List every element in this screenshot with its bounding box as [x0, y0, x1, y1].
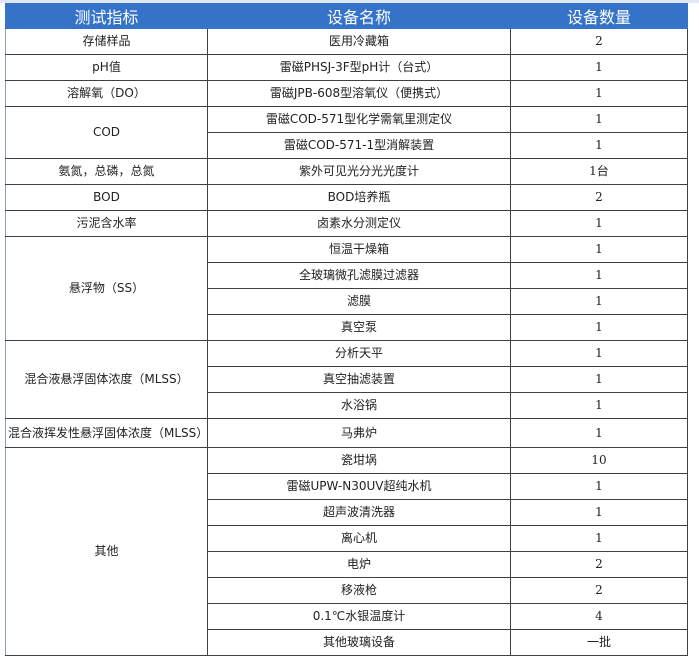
- device-count-cell: 1: [510, 54, 688, 81]
- device-count-cell: 4: [510, 603, 688, 630]
- device-name-cell: 超声波清洗器: [207, 499, 511, 526]
- device-name-cell: 紫外可见光分光光度计: [207, 158, 511, 185]
- device-name-cell: 卤素水分测定仪: [207, 210, 511, 237]
- metric-cell: COD: [5, 106, 208, 159]
- device-count-cell: 1: [510, 262, 688, 289]
- table-row: 混合液悬浮固体浓度（MLSS） 分析天平 1: [5, 340, 688, 419]
- device-count-cell: 一批: [510, 629, 688, 656]
- metric-cell: 混合液悬浮固体浓度（MLSS）: [5, 340, 208, 419]
- device-name-cell: 雷磁PHSJ-3F型pH计（台式）: [207, 54, 511, 81]
- metric-cell: 悬浮物（SS）: [5, 236, 208, 341]
- table-row: pH值 雷磁PHSJ-3F型pH计（台式） 1: [5, 54, 688, 81]
- device-name-cell: 雷磁COD-571型化学需氧里测定仪: [207, 106, 511, 133]
- device-count-cell: 1: [510, 473, 688, 500]
- device-name-cell: 水浴锅: [207, 392, 511, 419]
- table-header: 测试指标 设备名称 设备数量: [5, 3, 688, 29]
- device-count-cell: 1: [510, 236, 688, 263]
- device-name-cell: 分析天平: [207, 340, 511, 367]
- header-device-name: 设备名称: [207, 3, 511, 29]
- device-name-cell: 真空泵: [207, 314, 511, 341]
- table-row: BOD BOD培养瓶 2: [5, 184, 688, 211]
- table-body: 存储样品 医用冷藏箱 2 pH值 雷磁PHSJ-3F型pH计（台式） 1 溶解氧（DO） 雷磁…: [5, 29, 688, 656]
- metric-cell: 存储样品: [5, 29, 208, 55]
- device-name-cell: 马弗炉: [207, 418, 511, 448]
- metric-cell: 混合液挥发性悬浮固体浓度（MLSS）: [5, 418, 208, 448]
- device-count-cell: 1: [510, 106, 688, 133]
- device-name-cell: 雷磁UPW-N30UV超纯水机: [207, 473, 511, 500]
- table-row: 溶解氧（DO） 雷磁JPB-608型溶氧仪（便携式） 1: [5, 80, 688, 107]
- table-row: 混合液挥发性悬浮固体浓度（MLSS） 马弗炉 1: [5, 418, 688, 448]
- device-count-cell: 2: [510, 577, 688, 604]
- device-name-cell: BOD培养瓶: [207, 184, 511, 211]
- device-count-cell: 1: [510, 132, 688, 159]
- device-name-cell: 真空抽滤装置: [207, 366, 511, 393]
- device-name-cell: 瓷坩埚: [207, 447, 511, 474]
- header-metric: 测试指标: [5, 3, 208, 29]
- device-count-cell: 2: [510, 29, 688, 55]
- metric-cell: 污泥含水率: [5, 210, 208, 237]
- table-row: 存储样品 医用冷藏箱 2: [5, 29, 688, 55]
- table-row: 悬浮物（SS） 恒温干燥箱 1: [5, 236, 688, 341]
- device-count-cell: 1: [510, 80, 688, 107]
- metric-cell: BOD: [5, 184, 208, 211]
- device-name-cell: 雷磁COD-571-1型消解装置: [207, 132, 511, 159]
- device-count-cell: 1: [510, 314, 688, 341]
- device-count-cell: 1: [510, 210, 688, 237]
- device-count-cell: 1: [510, 366, 688, 393]
- metric-cell: 其他: [5, 447, 208, 656]
- device-count-cell: 1: [510, 418, 688, 448]
- table-row: 其他 瓷坩埚 10: [5, 447, 688, 656]
- device-count-cell: 2: [510, 184, 688, 211]
- device-count-cell: 2: [510, 551, 688, 578]
- device-name-cell: 医用冷藏箱: [207, 29, 511, 55]
- device-name-cell: 全玻璃微孔滤膜过滤器: [207, 262, 511, 289]
- device-count-cell: 10: [510, 447, 688, 474]
- equipment-table: 测试指标 设备名称 设备数量 存储样品 医用冷藏箱 2 pH值 雷磁PHSJ-3F型pH…: [5, 3, 688, 656]
- table-row: 氨氮，总磷，总氮 紫外可见光分光光度计 1台: [5, 158, 688, 185]
- header-row: 测试指标 设备名称 设备数量: [5, 3, 688, 29]
- device-count-cell: 1: [510, 340, 688, 367]
- table-row: 污泥含水率 卤素水分测定仪 1: [5, 210, 688, 237]
- device-count-cell: 1: [510, 288, 688, 315]
- device-count-cell: 1: [510, 525, 688, 552]
- device-name-cell: 离心机: [207, 525, 511, 552]
- metric-cell: pH值: [5, 54, 208, 81]
- device-name-cell: 恒温干燥箱: [207, 236, 511, 263]
- device-name-cell: 电炉: [207, 551, 511, 578]
- metric-cell: 溶解氧（DO）: [5, 80, 208, 107]
- header-device-count: 设备数量: [510, 3, 688, 29]
- metric-cell: 氨氮，总磷，总氮: [5, 158, 208, 185]
- device-name-cell: 雷磁JPB-608型溶氧仪（便携式）: [207, 80, 511, 107]
- device-name-cell: 其他玻璃设备: [207, 629, 511, 656]
- device-name-cell: 滤膜: [207, 288, 511, 315]
- device-name-cell: 0.1℃水银温度计: [207, 603, 511, 630]
- device-count-cell: 1: [510, 392, 688, 419]
- device-name-cell: 移液枪: [207, 577, 511, 604]
- device-count-cell: 1台: [510, 158, 688, 185]
- device-count-cell: 1: [510, 499, 688, 526]
- table-row: COD 雷磁COD-571型化学需氧里测定仪 1: [5, 106, 688, 159]
- equipment-table-container: 测试指标 设备名称 设备数量 存储样品 医用冷藏箱 2 pH值 雷磁PHSJ-3F型pH…: [5, 3, 688, 656]
